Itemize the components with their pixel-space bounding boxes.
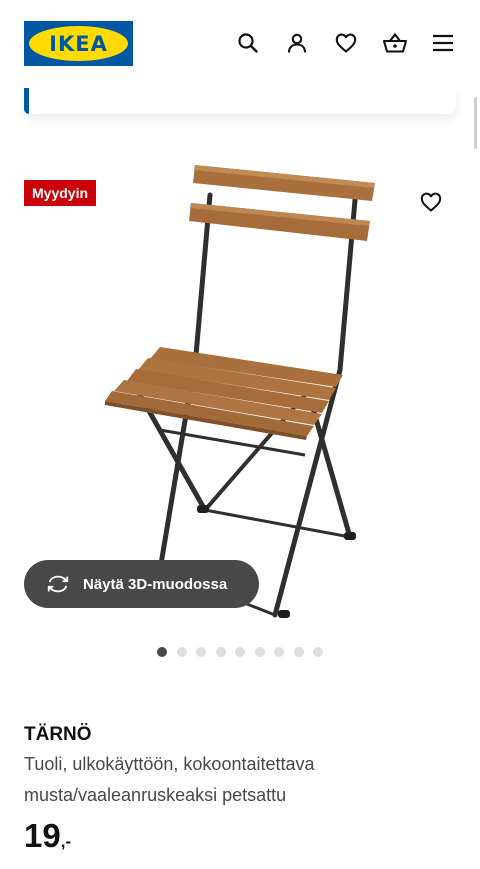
carousel-dot[interactable]: [254, 647, 265, 657]
logo-oval: IKEA: [29, 26, 128, 61]
logo-text: IKEA: [49, 31, 108, 56]
carousel-dot[interactable]: [215, 647, 226, 657]
image-carousel-dots: [157, 647, 323, 657]
carousel-dot[interactable]: [274, 647, 284, 657]
user-icon[interactable]: [281, 27, 313, 59]
view-in-3d-label: Näytä 3D-muodossa: [83, 575, 228, 593]
heart-icon[interactable]: [330, 27, 362, 59]
product-description-line2: musta/vaaleanruskeaksi petsattu: [24, 785, 287, 805]
top-header: IKEA: [0, 0, 480, 88]
rotate-3d-icon: [46, 572, 70, 596]
product-description-line1: Tuoli, ulkokäyttöön, kokoontaitettava: [24, 754, 315, 774]
product-image-chair[interactable]: [100, 155, 390, 630]
scrollbar-thumb[interactable]: [474, 97, 477, 149]
product-price: 19 ,-: [24, 817, 71, 855]
carousel-dot[interactable]: [196, 647, 206, 657]
info-banner: [24, 88, 456, 114]
carousel-dot[interactable]: [313, 647, 323, 657]
view-in-3d-button[interactable]: Näytä 3D-muodossa: [24, 560, 259, 608]
carousel-dot[interactable]: [157, 647, 167, 657]
add-to-favourites-heart-icon[interactable]: [417, 188, 445, 216]
product-name: TÄRNÖ: [24, 724, 92, 745]
basket-icon[interactable]: [379, 27, 411, 59]
search-icon[interactable]: [232, 27, 264, 59]
price-integer: 19: [24, 817, 61, 854]
carousel-dot[interactable]: [176, 647, 187, 657]
price-suffix: ,-: [60, 832, 72, 851]
menu-icon[interactable]: [427, 27, 459, 59]
bestseller-badge: Myydyin: [24, 180, 97, 206]
ikea-logo[interactable]: IKEA: [24, 21, 133, 66]
banner-accent-bar: [24, 88, 29, 114]
carousel-dot[interactable]: [235, 647, 245, 657]
carousel-dot[interactable]: [293, 647, 304, 657]
